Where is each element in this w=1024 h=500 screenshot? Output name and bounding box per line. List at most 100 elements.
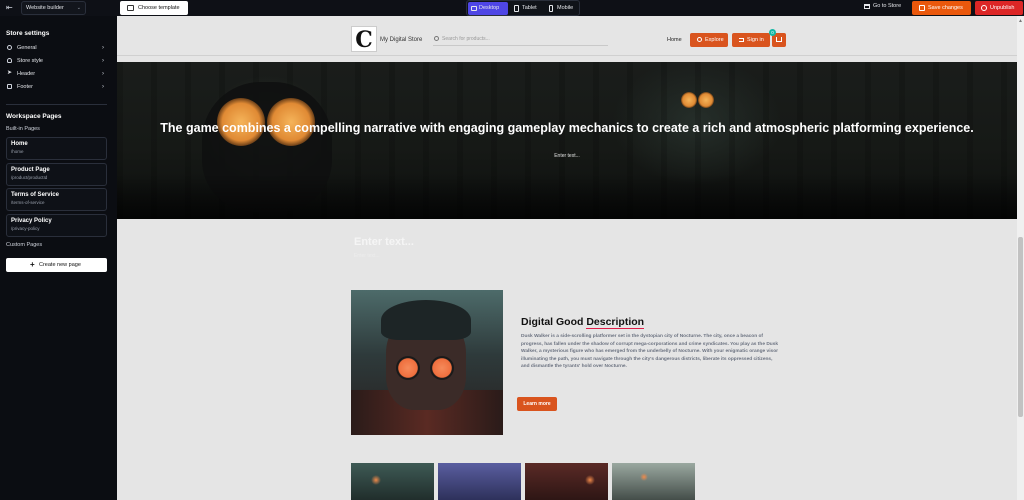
product-image[interactable]: [351, 290, 503, 435]
page-card-title: Privacy Policy: [11, 218, 52, 224]
sign-in-label: Sign in: [747, 37, 764, 43]
sidebar-divider: [6, 104, 107, 105]
store-name: My Digital Store: [380, 37, 423, 43]
chevron-right-icon: ›: [102, 45, 104, 51]
hero-banner[interactable]: The game combines a compelling narrative…: [117, 62, 1017, 219]
thumbnail-glow: [585, 475, 595, 485]
section-title[interactable]: Enter text...: [354, 236, 414, 248]
goggle-right: [430, 356, 454, 380]
search-icon: [434, 36, 439, 41]
login-icon: [739, 38, 744, 42]
footer-icon: [7, 84, 12, 89]
create-new-page-button[interactable]: + Create new page: [6, 258, 107, 272]
sidebar: Store settings General › Store style › ➤…: [0, 16, 117, 500]
thumbnail-glow: [640, 473, 648, 481]
gallery-thumbnail[interactable]: [525, 463, 608, 500]
page-card-title: Terms of Service: [11, 192, 59, 198]
character-hair: [381, 300, 471, 340]
section-subtext[interactable]: Enter text...: [354, 253, 380, 259]
distant-eye-right: [698, 92, 714, 108]
gallery-thumbnail[interactable]: [438, 463, 521, 500]
device-desktop-label: Desktop: [479, 5, 500, 11]
choose-template-label: Choose template: [138, 5, 180, 11]
preview-scrollbar[interactable]: ▲: [1017, 16, 1024, 500]
gallery-thumbnail[interactable]: [612, 463, 695, 500]
store-logo[interactable]: C: [351, 26, 377, 53]
page-card-title: Home: [11, 141, 28, 147]
save-changes-label: Save changes: [928, 5, 963, 11]
page-card-path: /home: [11, 149, 24, 154]
builder-select[interactable]: Website builder ⌄: [21, 1, 86, 15]
plus-icon: +: [30, 260, 35, 269]
page-card-home[interactable]: Home /home: [6, 137, 107, 160]
product-description-body[interactable]: Dusk Walker is a side-scrolling platform…: [521, 333, 779, 371]
sidebar-item-general[interactable]: General ›: [6, 43, 104, 53]
gear-icon: [7, 45, 12, 50]
store-icon: [864, 4, 870, 9]
unpublish-icon: [981, 5, 987, 11]
product-description-title[interactable]: Digital Good Description: [521, 316, 645, 329]
template-icon: [127, 5, 134, 11]
built-in-pages-label: Built-in Pages: [6, 126, 40, 132]
page-card-path: /privacy-policy: [11, 226, 40, 231]
unpublish-label: Unpublish: [990, 5, 1015, 11]
custom-pages-label: Custom Pages: [6, 242, 43, 248]
cart-count-badge: 0: [769, 29, 776, 36]
search-placeholder: Search for products...: [442, 36, 490, 42]
hero-subtext[interactable]: Enter text...: [117, 153, 1017, 159]
page-card-title: Product Page: [11, 167, 50, 173]
device-tablet-button[interactable]: Tablet: [511, 2, 543, 15]
sidebar-item-footer[interactable]: Footer ›: [6, 82, 104, 92]
create-new-page-label: Create new page: [39, 262, 81, 268]
unpublish-button[interactable]: Unpublish: [975, 1, 1023, 15]
title-plain: Digital Good: [521, 316, 587, 328]
go-to-store-label: Go to Store: [873, 3, 902, 9]
tablet-icon: [514, 5, 519, 12]
gallery-thumbnail[interactable]: [351, 463, 434, 500]
logo-letter: C: [355, 27, 373, 53]
store-preview[interactable]: C My Digital Store Search for products..…: [117, 16, 1017, 500]
thumbnail-glow: [371, 475, 381, 485]
store-search-input[interactable]: Search for products...: [433, 32, 608, 46]
sidebar-item-header[interactable]: ➤ Header ›: [6, 69, 104, 79]
save-changes-button[interactable]: Save changes: [912, 1, 971, 15]
sidebar-item-store-style[interactable]: Store style ›: [6, 56, 104, 66]
title-underlined: Description: [586, 316, 645, 329]
hero-ground: [117, 174, 1017, 219]
page-card-terms[interactable]: Terms of Service /terms-of-service: [6, 188, 107, 211]
compass-icon: [697, 37, 702, 42]
page-card-path: /product/productId: [11, 175, 48, 180]
save-icon: [919, 5, 925, 11]
device-mobile-label: Mobile: [557, 5, 574, 11]
device-tablet-label: Tablet: [522, 5, 537, 11]
choose-template-button[interactable]: Choose template: [120, 1, 188, 15]
back-arrow-icon[interactable]: ⇤: [6, 3, 16, 13]
cart-icon: [776, 37, 782, 42]
mobile-icon: [549, 5, 553, 12]
sidebar-item-label: Footer: [17, 84, 33, 90]
chevron-down-icon: ⌄: [76, 5, 81, 11]
learn-more-button[interactable]: Learn more: [517, 397, 557, 411]
sidebar-item-label: Store style: [17, 58, 43, 64]
explore-button[interactable]: Explore: [690, 33, 728, 47]
sidebar-item-label: General: [17, 45, 37, 51]
hero-heading[interactable]: The game combines a compelling narrative…: [117, 121, 1017, 135]
desktop-icon: [471, 6, 477, 11]
sign-in-button[interactable]: Sign in: [732, 33, 770, 47]
scroll-up-arrow-icon[interactable]: ▲: [1018, 18, 1023, 24]
page-card-product[interactable]: Product Page /product/productId: [6, 163, 107, 186]
sidebar-item-label: Header: [17, 71, 36, 77]
top-bar: ⇤ Website builder ⌄ Choose template Desk…: [0, 0, 1024, 16]
chevron-right-icon: ›: [102, 58, 104, 64]
workspace-pages-heading: Workspace Pages: [6, 113, 62, 120]
page-card-path: /terms-of-service: [11, 200, 45, 205]
device-desktop-button[interactable]: Desktop: [468, 2, 508, 15]
scroll-thumb[interactable]: [1018, 237, 1023, 417]
explore-label: Explore: [705, 37, 724, 43]
device-mobile-button[interactable]: Mobile: [546, 2, 580, 15]
chevron-right-icon: ›: [102, 84, 104, 90]
go-to-store-link[interactable]: Go to Store: [864, 3, 901, 9]
nav-home-link[interactable]: Home: [667, 37, 682, 43]
page-card-privacy[interactable]: Privacy Policy /privacy-policy: [6, 214, 107, 237]
distant-eye-left: [681, 92, 697, 108]
